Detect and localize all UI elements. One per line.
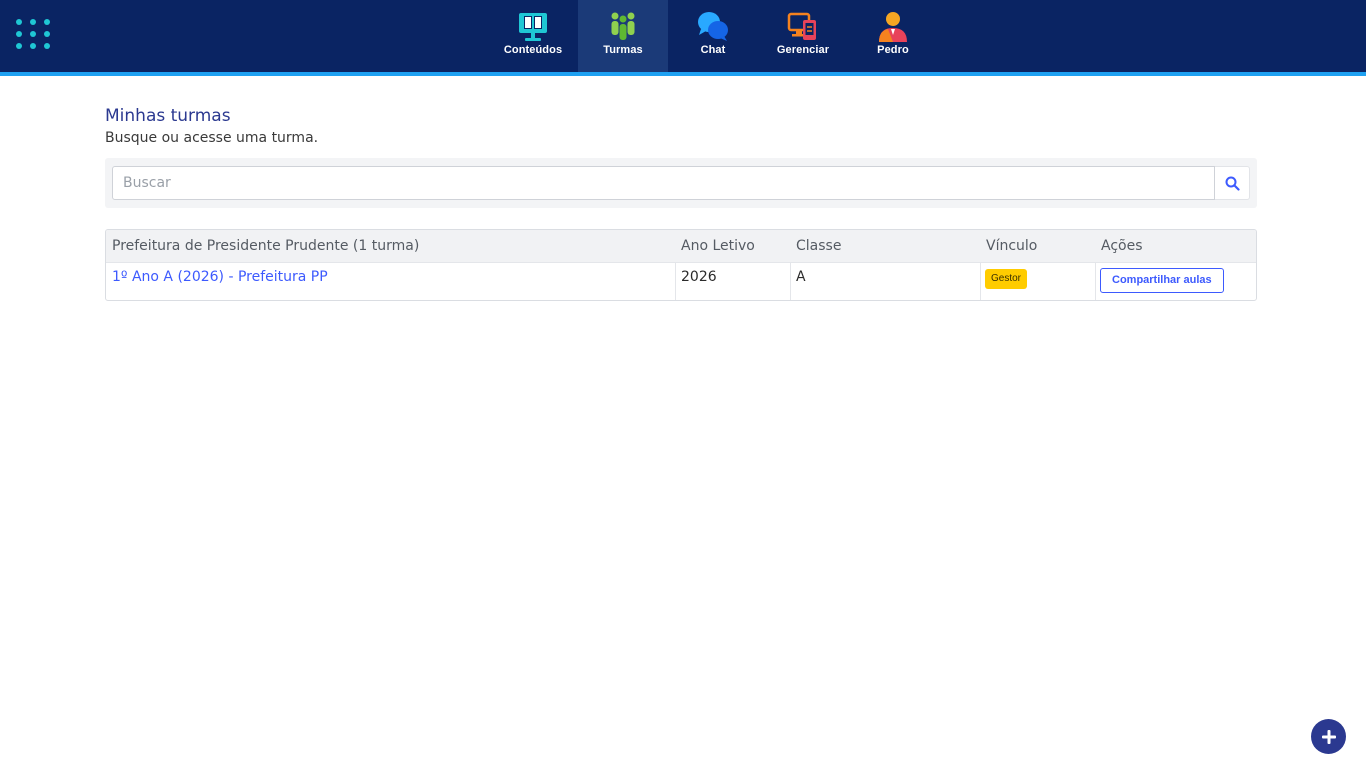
- column-header-classe: Classe: [796, 238, 842, 254]
- column-header-turma: Prefeitura de Presidente Prudente (1 tur…: [112, 238, 420, 254]
- search-button[interactable]: [1215, 166, 1250, 200]
- column-divider: [1095, 263, 1096, 300]
- nav-item-conteudos[interactable]: Conteúdos: [488, 0, 578, 72]
- page-subtitle: Busque ou acesse uma turma.: [105, 130, 319, 146]
- search-input[interactable]: [112, 166, 1215, 200]
- chat-bubbles-icon: [698, 12, 728, 41]
- search-bar: [105, 158, 1257, 208]
- nav-label: Gerenciar: [776, 44, 830, 56]
- monitor-book-icon: [519, 13, 547, 41]
- table-row: 1º Ano A (2026) - Prefeitura PP 2026 A G…: [106, 263, 1256, 300]
- plus-icon: [1321, 729, 1336, 744]
- navbar-accent-bar: [0, 72, 1366, 76]
- manage-devices-icon: [787, 12, 816, 40]
- nav-label: Pedro: [877, 44, 909, 56]
- nav-item-pedro[interactable]: Pedro: [848, 0, 938, 72]
- nav-label: Turmas: [603, 44, 643, 56]
- ano-letivo-cell: 2026: [681, 269, 717, 285]
- column-header-ano-letivo: Ano Letivo: [681, 238, 755, 254]
- apps-grid-icon[interactable]: [16, 19, 50, 53]
- nav-item-chat[interactable]: Chat: [668, 0, 758, 72]
- column-divider: [675, 263, 676, 300]
- status-badge: Gestor: [985, 269, 1028, 289]
- page-title: Minhas turmas: [105, 106, 231, 126]
- search-icon: [1225, 176, 1240, 191]
- nav-label: Chat: [700, 44, 726, 56]
- share-lessons-button[interactable]: Compartilhar aulas: [1100, 268, 1224, 293]
- add-button[interactable]: [1311, 719, 1346, 754]
- column-divider: [980, 263, 981, 300]
- acoes-cell: Compartilhar aulas: [1100, 268, 1224, 293]
- vinculo-cell: Gestor: [985, 269, 1028, 289]
- classe-cell: A: [796, 269, 806, 285]
- turmas-table: Prefeitura de Presidente Prudente (1 tur…: [105, 229, 1257, 301]
- nav-item-gerenciar[interactable]: Gerenciar: [758, 0, 848, 72]
- turma-link[interactable]: 1º Ano A (2026) - Prefeitura PP: [112, 263, 328, 300]
- main-nav: Conteúdos Turmas Chat Gerenciar Pedro: [488, 0, 938, 72]
- user-avatar-icon: [879, 12, 907, 42]
- nav-item-turmas[interactable]: Turmas: [578, 0, 668, 72]
- people-group-icon: [611, 12, 635, 40]
- column-header-acoes: Ações: [1101, 238, 1143, 254]
- top-navbar: Conteúdos Turmas Chat Gerenciar Pedro: [0, 0, 1366, 72]
- table-header: Prefeitura de Presidente Prudente (1 tur…: [106, 230, 1256, 263]
- nav-label: Conteúdos: [503, 44, 563, 56]
- column-header-vinculo: Vínculo: [986, 238, 1038, 254]
- column-divider: [790, 263, 791, 300]
